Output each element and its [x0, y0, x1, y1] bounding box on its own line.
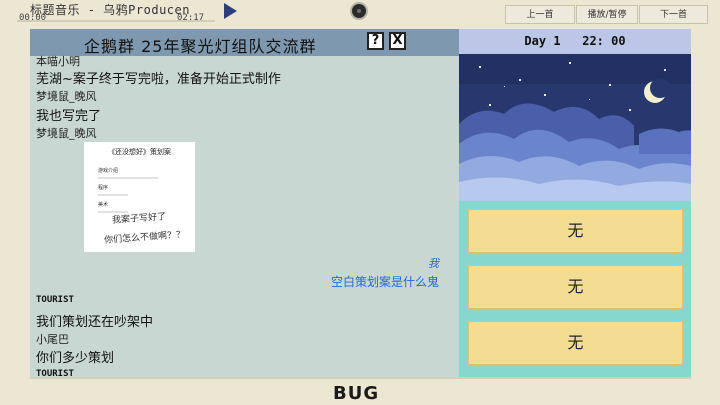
message-sender: 小尾巴: [36, 333, 69, 346]
prev-track-button[interactable]: 上一首: [505, 5, 575, 24]
message-text: 你们多少策划: [36, 351, 115, 366]
camera-icon: [350, 2, 368, 20]
document-faint-line: [98, 194, 128, 196]
choice-panel: 无 无 无: [459, 201, 691, 377]
message-text: 我们策划还在吵架中: [36, 315, 154, 330]
help-button[interactable]: ?: [367, 32, 384, 50]
self-message-text: 空白策划案是什么鬼: [330, 275, 439, 289]
choice-option-3[interactable]: 无: [468, 321, 683, 365]
document-faint-line: [98, 177, 158, 179]
game-frame: 标题音乐 - 乌鸦Producen 00:00 02:17 上一首 播放/暂停 …: [0, 0, 720, 405]
music-title: 标题音乐 - 乌鸦Producen: [30, 3, 190, 17]
document-section: 游戏介绍: [98, 168, 119, 174]
play-icon[interactable]: [221, 2, 239, 20]
music-progress-bar[interactable]: [17, 20, 215, 22]
night-sky-scene: [459, 54, 691, 201]
message-text: 我也写完了: [36, 109, 102, 124]
chat-header: 企鹅群 25年聚光灯组队交流群 ? X: [30, 29, 459, 56]
choice-option-2[interactable]: 无: [468, 265, 683, 309]
group-title: 企鹅群 25年聚光灯组队交流群: [84, 37, 317, 56]
self-message-sender: 我: [428, 257, 439, 270]
next-track-button[interactable]: 下一首: [639, 5, 708, 24]
brand-logo: BUG: [333, 383, 380, 404]
close-button[interactable]: X: [389, 32, 406, 50]
message-sender: TOURIST: [36, 369, 74, 377]
document-overlay-text: 我案子写好了: [111, 212, 167, 226]
message-sender: 梦境鼠_晚风: [36, 90, 97, 103]
message-text: 芜湖~案子终于写完啦，准备开始正式制作: [36, 72, 281, 87]
play-pause-button[interactable]: 播放/暂停: [576, 5, 638, 24]
document-section: 程序: [98, 185, 109, 191]
message-sender: 梦境鼠_晚风: [36, 127, 97, 140]
choice-option-1[interactable]: 无: [468, 209, 683, 253]
chat-window: 企鹅群 25年聚光灯组队交流群 ? X 本喵小明 芜湖~案子终于写完啦，准备开始…: [30, 29, 459, 377]
message-sender: 本喵小明: [36, 55, 80, 68]
document-title: 《还没想好》策划案: [108, 148, 171, 156]
document-section: 美术: [98, 202, 109, 208]
shared-document-image[interactable]: 《还没想好》策划案 游戏介绍 程序 美术 我案子写好了 你们怎么不做啊？？: [84, 142, 195, 252]
window-bottom-edge: [30, 377, 691, 379]
document-overlay-text: 你们怎么不做啊？？: [103, 230, 186, 246]
day-time-bar: Day 1 22: 00: [459, 29, 691, 54]
day-time-text: Day 1 22: 00: [524, 34, 626, 48]
message-sender: TOURIST: [36, 295, 74, 305]
